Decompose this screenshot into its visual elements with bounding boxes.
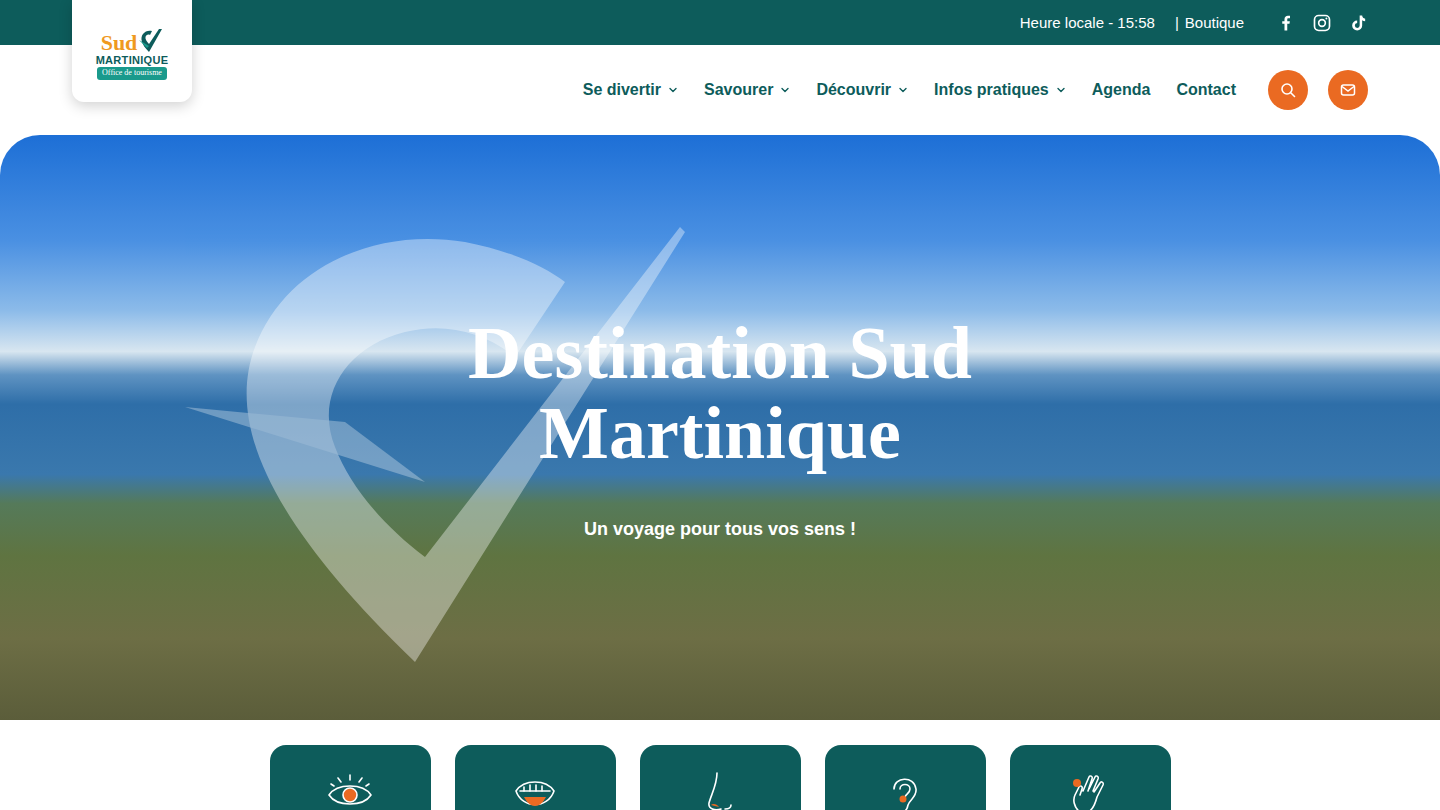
menu-item[interactable]: Savourer [704,81,790,99]
local-time: Heure locale - 15:58 [1020,14,1155,31]
menu-item[interactable]: Se divertir [583,81,678,99]
menu-item[interactable]: Infos pratiques [934,81,1066,99]
menu-label: Contact [1176,81,1236,99]
hero-title: Destination Sud Martinique [370,313,1070,473]
main-nav: Se divertir Savourer Découvrir Infos pratiq… [0,45,1440,135]
menu-item[interactable]: Agenda [1092,81,1151,99]
facebook-icon[interactable] [1276,13,1296,33]
chevron-down-icon [668,85,678,95]
chevron-down-icon [898,85,908,95]
top-bar: Heure locale - 15:58 | Boutique [0,0,1440,45]
eye-icon [325,769,375,810]
chevron-down-icon [1056,85,1066,95]
menu-label: Infos pratiques [934,81,1049,99]
mail-icon [1340,82,1356,98]
logo-office: Office de tourisme [97,67,167,79]
menu-label: Se divertir [583,81,661,99]
logo-pin-icon [135,26,163,54]
sense-card[interactable] [825,745,986,810]
menu-item[interactable]: Contact [1176,81,1236,99]
hero-subtitle: Un voyage pour tous vos sens ! [584,519,856,540]
chevron-down-icon [780,85,790,95]
logo-sud: Sud [101,32,138,54]
senses-row [0,720,1440,810]
menu-label: Savourer [704,81,773,99]
mouth-icon [510,769,560,810]
hand-icon [1065,769,1115,810]
search-icon [1280,82,1296,98]
logo-martinique: MARTINIQUE [96,54,169,67]
site-logo[interactable]: SudMARTINIQUEOffice de tourisme [72,0,192,102]
tiktok-icon[interactable] [1348,13,1368,33]
social-links [1276,13,1368,33]
separator: | [1175,14,1179,31]
menu-label: Agenda [1092,81,1151,99]
menu-label: Découvrir [816,81,891,99]
ear-icon [880,769,930,810]
hero-banner: Destination Sud Martinique Un voyage pour… [0,135,1440,720]
sense-card[interactable] [1010,745,1171,810]
sense-card[interactable] [455,745,616,810]
nav-buttons [1268,70,1368,110]
mail-button[interactable] [1328,70,1368,110]
sense-card[interactable] [640,745,801,810]
nose-icon [695,769,745,810]
sense-card[interactable] [270,745,431,810]
logo-top: Sud [101,26,164,54]
menu: Se divertir Savourer Découvrir Infos pratiq… [583,81,1236,99]
instagram-icon[interactable] [1312,13,1332,33]
search-button[interactable] [1268,70,1308,110]
menu-item[interactable]: Découvrir [816,81,908,99]
shop-link[interactable]: Boutique [1185,14,1244,31]
